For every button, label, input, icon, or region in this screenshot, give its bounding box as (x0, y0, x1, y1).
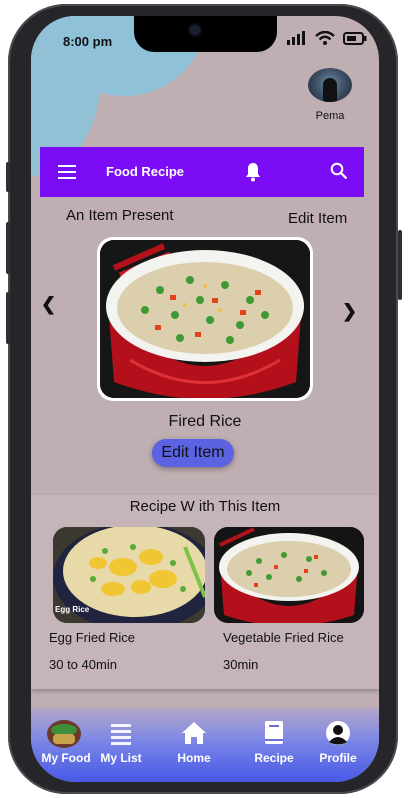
previous-arrow-icon[interactable]: ❮ (41, 294, 56, 315)
list-icon (111, 724, 131, 745)
home-icon (182, 722, 206, 744)
bottom-navigation: My Food My List Home Recipe Profile (31, 708, 379, 782)
volume-down-button (6, 292, 10, 344)
section-label-item-present: An Item Present (66, 207, 174, 224)
nav-label: Home (177, 751, 211, 765)
search-icon[interactable] (330, 162, 348, 180)
book-icon (265, 721, 283, 744)
item-image-card (97, 237, 313, 401)
person-icon (326, 721, 350, 745)
hamburger-menu-icon[interactable] (58, 165, 76, 179)
battery-icon (343, 32, 367, 45)
edit-item-link[interactable]: Edit Item (288, 210, 347, 227)
recipe-card-time: 30 to 40min (49, 657, 117, 672)
wifi-icon (315, 31, 335, 45)
notch (134, 16, 277, 52)
vegetable-fried-rice-image[interactable] (214, 527, 364, 623)
profile-avatar[interactable] (308, 68, 352, 102)
app-title: Food Recipe (106, 164, 185, 179)
mute-switch (6, 162, 10, 192)
food-thumbnail-icon (47, 720, 81, 748)
fried-rice-illustration (100, 240, 310, 398)
nav-label: My List (100, 751, 142, 765)
volume-up-button (6, 222, 10, 274)
recipe-card-name: Egg Fried Rice (49, 630, 135, 645)
nav-label: Profile (319, 751, 357, 765)
recipes-section-title: Recipe W ith This Item (129, 498, 281, 515)
recipe-card-name: Vegetable Fried Rice (223, 630, 344, 645)
camera-icon (190, 25, 200, 35)
app-bar: Food Recipe (40, 147, 364, 197)
avatar-silhouette (323, 78, 337, 102)
next-arrow-icon[interactable]: ❯ (342, 301, 357, 322)
status-time: 8:00 pm (63, 34, 113, 49)
vegetable-fried-rice-illustration (214, 527, 364, 623)
status-icons (287, 31, 367, 45)
recipe-card-time: 30min (223, 657, 259, 672)
egg-rice-badge: Egg Rice (55, 605, 90, 614)
power-button (398, 230, 402, 300)
notification-bell-icon[interactable] (245, 162, 261, 182)
edit-item-button[interactable]: Edit Item (152, 439, 234, 467)
profile-name: Pema (315, 110, 345, 122)
nav-label: Recipe (254, 751, 294, 765)
fried-rice-image (100, 240, 310, 398)
signal-icon (287, 31, 305, 45)
egg-fried-rice-image[interactable]: Egg Rice (53, 527, 205, 623)
app-screen: 8:00 pm Pema Food Recipe An Item Present… (31, 16, 379, 782)
item-name: Fired Rice (168, 413, 242, 430)
